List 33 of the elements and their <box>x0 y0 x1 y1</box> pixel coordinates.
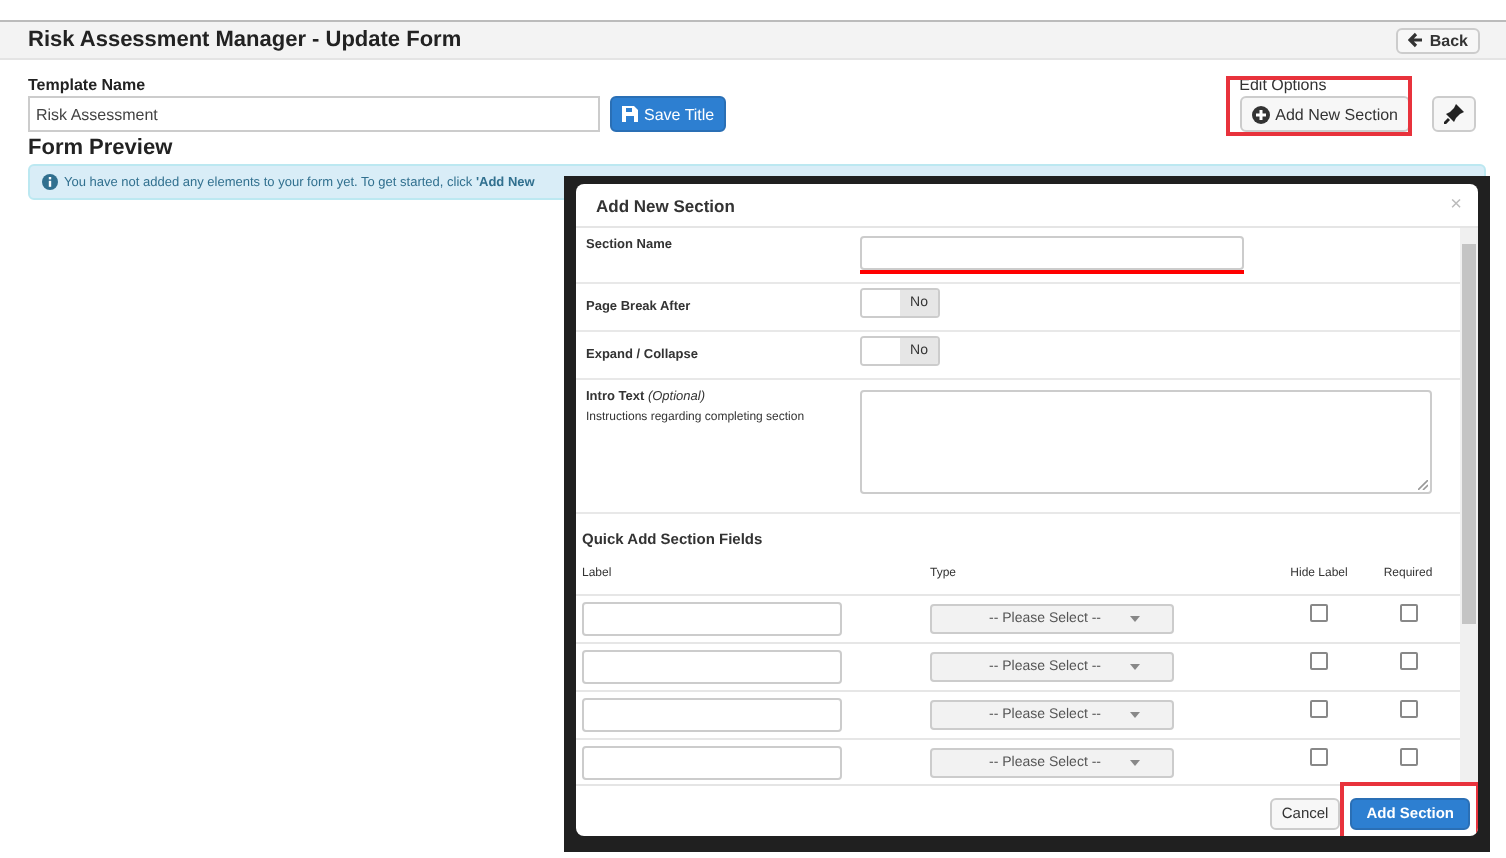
label-field[interactable] <box>582 746 842 780</box>
caret-icon <box>1129 712 1140 718</box>
info-icon <box>42 174 58 190</box>
pin-icon <box>1444 104 1464 124</box>
intro-text-field[interactable] <box>860 390 1432 494</box>
section-heading: Form Preview <box>26 134 175 160</box>
checkbox[interactable] <box>1399 748 1417 766</box>
modal-title: Add New Section <box>596 195 735 215</box>
back-button[interactable]: Back <box>1395 27 1480 53</box>
caret-icon <box>1129 664 1140 670</box>
checkbox[interactable] <box>1310 748 1328 766</box>
checkbox[interactable] <box>1310 652 1328 670</box>
checkbox[interactable] <box>1310 604 1328 622</box>
checkbox[interactable] <box>1399 700 1417 718</box>
plus-circle-icon <box>1251 105 1270 123</box>
field-label: Template Name <box>28 76 148 96</box>
section-name-field[interactable] <box>860 236 1244 270</box>
template-name-field[interactable]: Risk Assessment <box>28 96 600 132</box>
back-arrow-icon <box>1407 32 1424 48</box>
pin-button[interactable] <box>1432 96 1476 132</box>
checkbox[interactable] <box>1399 604 1417 622</box>
caret-icon <box>1129 616 1140 622</box>
add-new-section-button[interactable]: Add New Section <box>1239 96 1410 132</box>
checkbox[interactable] <box>1399 652 1417 670</box>
scrollbar[interactable] <box>1460 228 1478 784</box>
checkbox[interactable] <box>1310 700 1328 718</box>
label-field[interactable] <box>582 602 842 636</box>
page-title: Risk Assessment Manager - Update Form <box>28 28 462 52</box>
caret-icon <box>1129 760 1140 766</box>
label-field[interactable] <box>582 698 842 732</box>
label-field[interactable] <box>582 650 842 684</box>
save-title-button[interactable]: Save Title <box>610 96 727 132</box>
resize-grip-icon <box>1418 480 1428 490</box>
